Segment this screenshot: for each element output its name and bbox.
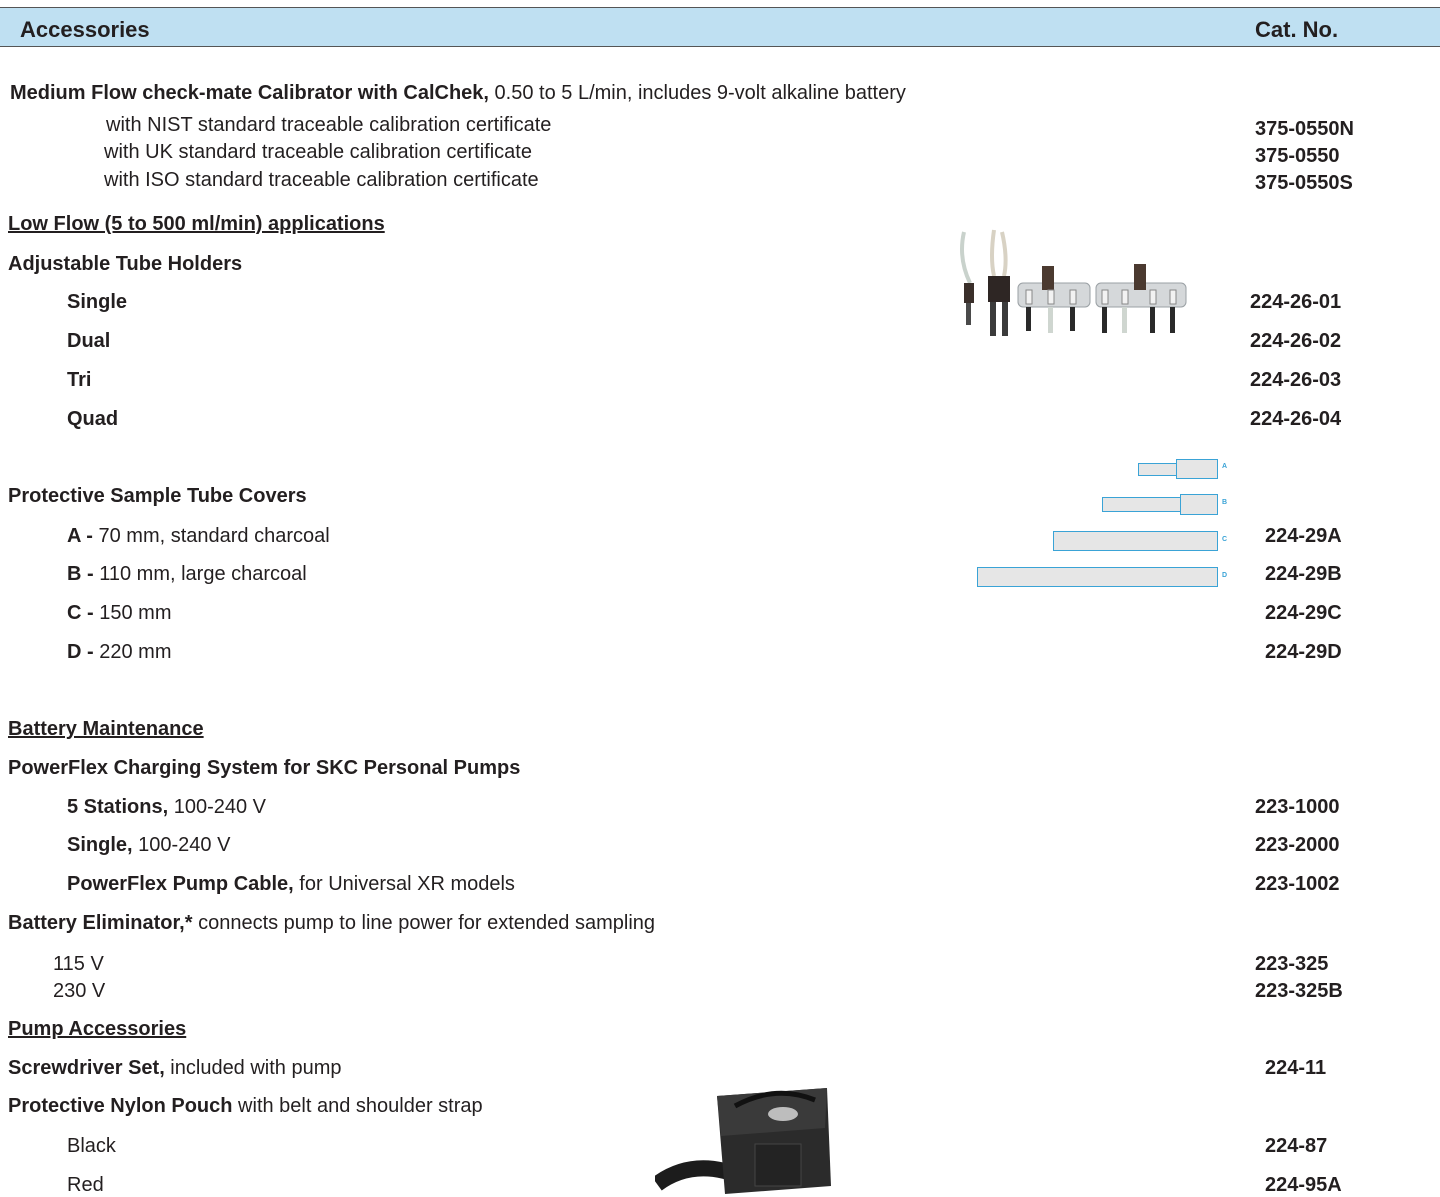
- cat-number: 224-87: [1265, 1135, 1328, 1157]
- powerflex-desc: for Universal XR models: [293, 873, 515, 895]
- powerflex-desc: 100-240 V: [168, 796, 266, 818]
- calibrator-name: Medium Flow check-mate Calibrator with C…: [10, 82, 489, 104]
- cat-number: 223-325B: [1255, 980, 1343, 1002]
- calibrator-line: Medium Flow check-mate Calibrator with C…: [10, 81, 906, 105]
- screwdriver-name: Screwdriver Set,: [8, 1057, 165, 1079]
- cat-number: 224-29B: [1265, 563, 1342, 585]
- cover-line: C - 150 mm: [67, 601, 171, 625]
- cover-desc: 70 mm, standard charcoal: [92, 525, 330, 547]
- tube-cover-a-cap: [1176, 459, 1218, 479]
- cat-number: 223-1002: [1255, 873, 1340, 895]
- cat-number: 224-95A: [1265, 1174, 1342, 1196]
- pouch-option: Black: [67, 1135, 116, 1157]
- pouch-line: Protective Nylon Pouch with belt and sho…: [8, 1094, 483, 1118]
- tube-cover-d-drawing: [977, 567, 1218, 587]
- cat-number: 375-0550S: [1255, 172, 1353, 194]
- tube-cover-a-drawing: [1138, 463, 1178, 476]
- holders-title: Adjustable Tube Holders: [8, 253, 243, 275]
- cat-number: 224-29D: [1265, 641, 1342, 663]
- cover-desc: 150 mm: [93, 602, 172, 624]
- section-heading-battery: Battery Maintenance: [8, 718, 204, 740]
- cat-number: 224-26-02: [1250, 330, 1342, 352]
- powerflex-name: 5 Stations,: [67, 796, 169, 818]
- cover-line: A - 70 mm, standard charcoal: [67, 524, 330, 548]
- cover-line: B - 110 mm, large charcoal: [67, 562, 307, 586]
- eliminator-option: 115 V: [53, 953, 104, 975]
- eliminator-option: 230 V: [53, 980, 106, 1002]
- tube-label-c: C: [1222, 536, 1228, 543]
- pouch-desc: with belt and shoulder strap: [232, 1095, 483, 1117]
- header-title: Accessories: [20, 17, 150, 42]
- powerflex-name: PowerFlex Pump Cable,: [67, 873, 294, 895]
- powerflex-line: PowerFlex Pump Cable, for Universal XR m…: [67, 872, 515, 896]
- cover-code: A -: [67, 525, 93, 547]
- holder-label: Tri: [67, 369, 92, 391]
- screwdriver-line: Screwdriver Set, included with pump: [8, 1056, 342, 1080]
- cover-code: B -: [67, 563, 94, 585]
- table-header: Accessories Cat. No.: [0, 7, 1440, 47]
- cat-number: 223-2000: [1255, 834, 1340, 856]
- section-heading-pump-accessories: Pump Accessories: [8, 1018, 187, 1040]
- cover-code: D -: [67, 641, 94, 663]
- section-heading-low-flow: Low Flow (5 to 500 ml/min) applications: [8, 213, 385, 235]
- pouch-name: Protective Nylon Pouch: [8, 1095, 233, 1117]
- cat-number: 223-1000: [1255, 796, 1340, 818]
- powerflex-line: 5 Stations, 100-240 V: [67, 795, 266, 819]
- cat-number: 224-26-04: [1250, 408, 1342, 430]
- powerflex-name: Single,: [67, 834, 133, 856]
- tube-cover-c-drawing: [1053, 531, 1218, 551]
- powerflex-desc: 100-240 V: [132, 834, 231, 856]
- cover-desc: 220 mm: [93, 641, 172, 663]
- cat-number: 224-26-01: [1250, 291, 1342, 313]
- tube-holders-image: [960, 229, 1187, 336]
- calibrator-option: with NIST standard traceable calibration…: [106, 114, 552, 136]
- cat-number: 224-11: [1265, 1057, 1327, 1079]
- holder-label: Single: [67, 291, 128, 313]
- cover-desc: 110 mm, large charcoal: [93, 563, 307, 585]
- screwdriver-desc: included with pump: [164, 1057, 342, 1079]
- holder-label: Quad: [67, 408, 119, 430]
- cat-number: 375-0550: [1255, 145, 1340, 167]
- cat-number: 223-325: [1255, 953, 1329, 975]
- tube-cover-b-cap: [1180, 494, 1218, 515]
- cat-number: 375-0550N: [1255, 118, 1354, 140]
- cover-code: C -: [67, 602, 94, 624]
- covers-title: Protective Sample Tube Covers: [8, 485, 307, 507]
- calibrator-desc: 0.50 to 5 L/min, includes 9-volt alkalin…: [488, 82, 906, 104]
- cover-line: D - 220 mm: [67, 640, 171, 664]
- eliminator-name: Battery Eliminator,*: [8, 912, 193, 934]
- powerflex-title: PowerFlex Charging System for SKC Person…: [8, 757, 521, 779]
- pouch-option: Red: [67, 1174, 104, 1196]
- header-cat-label: Cat. No.: [1255, 17, 1339, 42]
- tube-cover-b-drawing: [1102, 497, 1182, 512]
- powerflex-line: Single, 100-240 V: [67, 833, 230, 857]
- cat-number: 224-29C: [1265, 602, 1342, 624]
- cat-number: 224-26-03: [1250, 369, 1342, 391]
- tube-label-d: D: [1222, 572, 1228, 579]
- tube-label-a: A: [1222, 463, 1228, 470]
- eliminator-line: Battery Eliminator,* connects pump to li…: [8, 911, 655, 935]
- eliminator-desc: connects pump to line power for extended…: [192, 912, 656, 934]
- nylon-pouch-image: [655, 1088, 831, 1194]
- calibrator-option: with UK standard traceable calibration c…: [104, 141, 532, 163]
- calibrator-option: with ISO standard traceable calibration …: [104, 169, 539, 191]
- cat-number: 224-29A: [1265, 525, 1342, 547]
- tube-label-b: B: [1222, 499, 1228, 506]
- holder-label: Dual: [67, 330, 111, 352]
